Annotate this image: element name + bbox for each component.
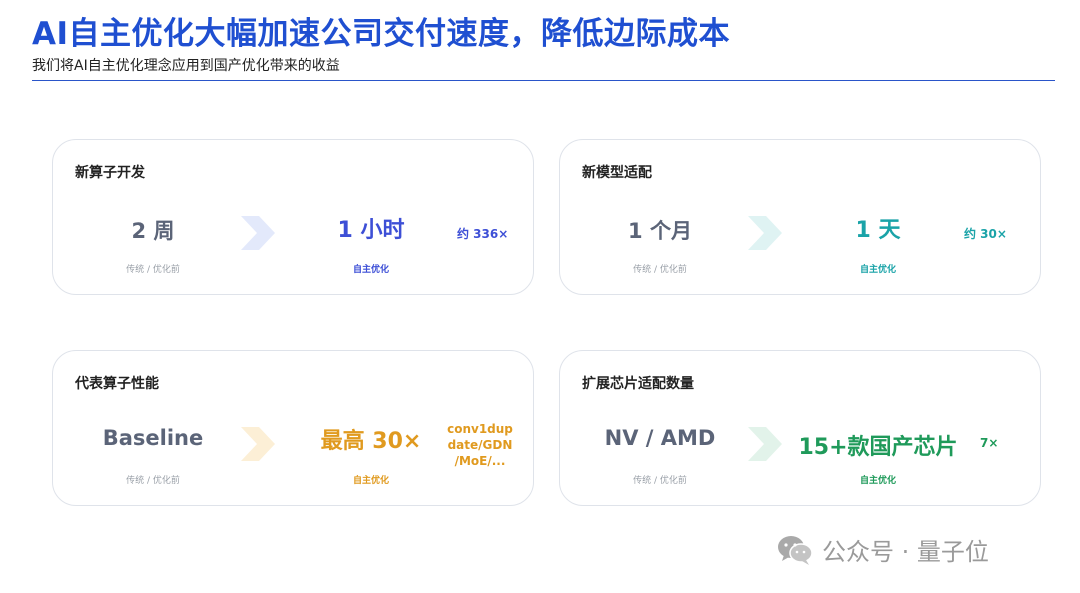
after-label: 自主优化 (859, 476, 896, 486)
watermark: 公众号 · 量子位 (776, 532, 989, 567)
card-new-operator-dev: 新算子开发 2 周 传统 / 优化前 1 小时 自主优化 约 336× (52, 139, 534, 295)
operator-list-line: /MoE/... (454, 454, 506, 468)
wechat-icon (778, 535, 813, 565)
operator-list: conv1dup date/GDN /MoE/... (445, 421, 515, 469)
before-label: 传统 / 优化前 (126, 476, 180, 486)
card-title: 新算子开发 (75, 165, 145, 181)
speedup-ratio: 7× (980, 436, 999, 450)
before-value: Baseline (102, 426, 204, 450)
card-new-model-adaptation: 新模型适配 1 个月 传统 / 优化前 1 天 自主优化 约 30× (559, 139, 1041, 295)
before-label: 传统 / 优化前 (633, 476, 687, 486)
watermark-text: 公众号 · 量子位 (822, 538, 989, 566)
before-value: NV / AMD (604, 426, 716, 450)
card-title: 新模型适配 (582, 165, 652, 181)
card-operator-performance: 代表算子性能 Baseline 传统 / 优化前 最高 30× 自主优化 con… (52, 350, 534, 506)
chevron-right-icon (241, 427, 275, 461)
before-label: 传统 / 优化前 (126, 265, 180, 275)
after-label: 自主优化 (352, 265, 389, 275)
chevron-right-icon (748, 427, 782, 461)
page-title: AI自主优化大幅加速公司交付速度，降低边际成本 (32, 16, 731, 52)
slide: AI自主优化大幅加速公司交付速度，降低边际成本 我们将AI自主优化理念应用到国产… (0, 0, 1080, 593)
speedup-ratio: 约 336× (457, 227, 509, 241)
operator-list-line: date/GDN (447, 438, 513, 452)
card-title: 代表算子性能 (75, 376, 159, 392)
page-subtitle: 我们将AI自主优化理念应用到国产优化带来的收益 (32, 58, 340, 74)
after-value: 15+款国产芯片 (798, 435, 958, 460)
before-label: 传统 / 优化前 (633, 265, 687, 275)
after-label: 自主优化 (352, 476, 389, 486)
before-value: 1 个月 (628, 219, 692, 243)
after-value: 1 小时 (337, 218, 405, 243)
chevron-right-icon (241, 216, 275, 250)
before-value: 2 周 (131, 219, 175, 243)
card-title: 扩展芯片适配数量 (582, 376, 694, 392)
after-value: 1 天 (855, 218, 901, 243)
after-label: 自主优化 (859, 265, 896, 275)
operator-list-line: conv1dup (447, 422, 513, 436)
chevron-right-icon (748, 216, 782, 250)
speedup-ratio: 约 30× (964, 227, 1007, 241)
card-chip-adaptation-count: 扩展芯片适配数量 NV / AMD 传统 / 优化前 15+款国产芯片 自主优化… (559, 350, 1041, 506)
title-divider (32, 80, 1055, 81)
after-value: 最高 30× (320, 429, 422, 454)
